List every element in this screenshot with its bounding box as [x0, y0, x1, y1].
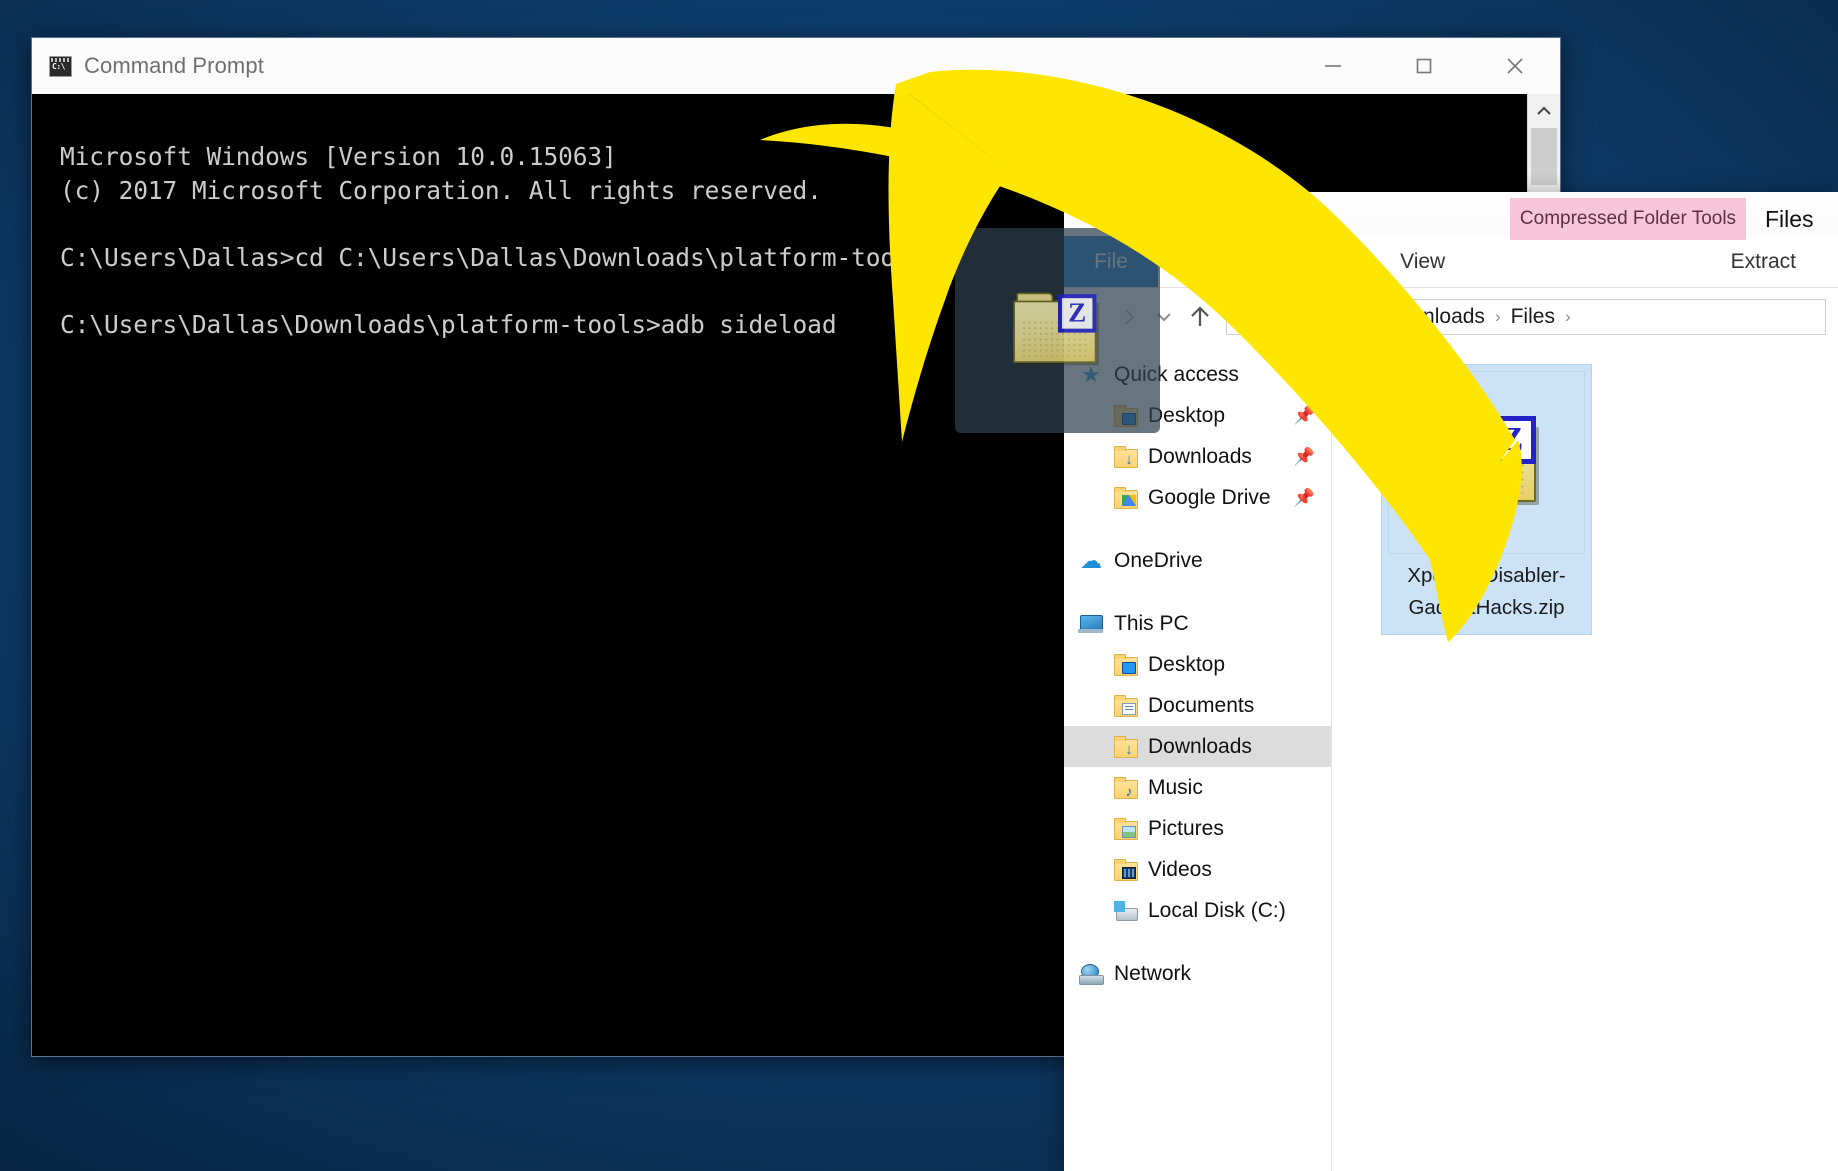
file-thumbnail: Z [1388, 371, 1585, 554]
zip-badge-letter: Z [1493, 421, 1531, 459]
breadcrumb-separator-2: › [1494, 307, 1501, 326]
breadcrumb-separator-3: › [1564, 307, 1571, 326]
forward-icon[interactable] [1110, 299, 1146, 335]
toolbar-divider-2 [1237, 203, 1238, 225]
contextual-tab-group-header: Compressed Folder Tools [1510, 198, 1746, 240]
console-text: Microsoft Windows [Version 10.0.15063] (… [60, 142, 925, 339]
sidebar-item-desktop-quick[interactable]: Desktop 📌 [1064, 395, 1331, 436]
sidebar-item-onedrive[interactable]: ☁ OneDrive [1064, 540, 1331, 581]
list-item[interactable]: Z Xposed-Disabler-GadgetHacks.zip [1381, 364, 1592, 635]
nav-group-spacer-2 [1064, 581, 1331, 603]
sidebar-item-quick-access[interactable]: ★ Quick access [1064, 354, 1331, 395]
tab-file[interactable]: File [1064, 236, 1158, 287]
sidebar-item-network[interactable]: Network [1064, 953, 1331, 994]
star-icon: ★ [1081, 361, 1101, 387]
select-all-check-icon[interactable] [1129, 197, 1163, 231]
maximize-button[interactable] [1378, 38, 1469, 94]
address-bar[interactable]: › This PC › Downloads › Files › [1064, 288, 1838, 346]
sidebar-item-label: Google Drive [1148, 485, 1271, 509]
folder-videos-icon [1112, 858, 1138, 882]
command-prompt-icon [49, 55, 72, 77]
sidebar-item-label: OneDrive [1114, 548, 1203, 572]
harddisk-icon [1112, 899, 1138, 923]
breadcrumb-folder-icon [1237, 309, 1257, 327]
sidebar-item-label: Videos [1148, 857, 1212, 881]
sidebar-item-label: Desktop [1148, 652, 1226, 676]
sidebar-item-downloads[interactable]: ↓ Downloads [1064, 726, 1331, 767]
folder-googledrive-icon [1112, 486, 1138, 510]
sidebar-item-label: Music [1148, 775, 1203, 799]
folder-music-icon: ♪ [1112, 776, 1138, 800]
sidebar-item-pictures[interactable]: Pictures [1064, 808, 1331, 849]
sidebar-item-label: Local Disk (C:) [1148, 898, 1286, 922]
breadcrumb-separator-1: › [1365, 307, 1372, 326]
scrollbar-thumb[interactable] [1531, 128, 1557, 185]
tab-home[interactable]: Home [1158, 236, 1266, 287]
breadcrumb-item-this-pc[interactable]: This PC [1275, 305, 1362, 329]
file-list-pane[interactable]: Z Xposed-Disabler-GadgetHacks.zip [1332, 346, 1838, 1171]
close-button[interactable] [1469, 38, 1560, 94]
zip-folder-icon: Z [1432, 414, 1544, 510]
breadcrumb-separator-0: › [1265, 307, 1271, 326]
folder-desktop-icon [1112, 653, 1138, 677]
recent-locations-chevron-down-icon[interactable] [1146, 299, 1182, 335]
sidebar-item-label: Desktop [1148, 403, 1226, 427]
titlebar-left-group: Command Prompt [32, 53, 264, 79]
new-folder-icon[interactable] [1163, 197, 1197, 231]
network-icon [1078, 962, 1104, 986]
zip-badge: Z [1488, 416, 1536, 464]
back-icon[interactable] [1074, 299, 1110, 335]
file-explorer-window[interactable]: File Home Share View Extract › This PC ›… [1064, 192, 1838, 1171]
customize-dropdown-icon[interactable] [1197, 197, 1231, 231]
scroll-up-icon[interactable] [1528, 94, 1560, 128]
computer-icon [1078, 612, 1104, 636]
sidebar-item-videos[interactable]: Videos [1064, 849, 1331, 890]
sidebar-item-label: This PC [1114, 611, 1189, 635]
window-controls[interactable] [1287, 38, 1560, 94]
sidebar-item-this-pc[interactable]: This PC [1064, 603, 1331, 644]
breadcrumb-item-files[interactable]: Files [1505, 305, 1561, 329]
breadcrumb-item-downloads[interactable]: Downloads [1375, 305, 1491, 329]
navigation-pane[interactable]: ★ Quick access Desktop 📌 ↓ Downloads 📌 G… [1064, 346, 1332, 1171]
ribbon-tab-bar[interactable]: File Home Share View Extract [1064, 236, 1838, 288]
tab-share[interactable]: Share [1266, 236, 1374, 287]
tab-view[interactable]: View [1374, 236, 1471, 287]
sidebar-item-label: Downloads [1148, 444, 1252, 468]
toolbar-divider [1122, 203, 1123, 225]
nav-group-spacer-3 [1064, 931, 1331, 953]
minimize-button[interactable] [1287, 38, 1378, 94]
contextual-tab-group: Extract [1688, 236, 1838, 287]
sidebar-item-label: Pictures [1148, 816, 1224, 840]
sidebar-item-local-disk-c[interactable]: Local Disk (C:) [1064, 890, 1331, 931]
sidebar-item-desktop[interactable]: Desktop [1064, 644, 1331, 685]
sidebar-item-label: Network [1114, 961, 1192, 985]
sidebar-item-label: Documents [1148, 693, 1255, 717]
folder-documents-icon [1112, 694, 1138, 718]
properties-folder-icon[interactable] [1082, 197, 1116, 231]
sidebar-item-music[interactable]: ♪ Music [1064, 767, 1331, 808]
folder-pictures-icon [1112, 817, 1138, 841]
cloud-icon: ☁ [1080, 547, 1102, 573]
nav-group-spacer [1064, 518, 1331, 540]
file-name-label: Xposed-Disabler-GadgetHacks.zip [1407, 564, 1566, 619]
sidebar-item-documents[interactable]: Documents [1064, 685, 1331, 726]
folder-downloads-icon: ↓ [1112, 445, 1138, 469]
window-title: Command Prompt [84, 53, 264, 78]
sidebar-item-downloads-quick[interactable]: ↓ Downloads 📌 [1064, 436, 1331, 477]
breadcrumb[interactable]: › This PC › Downloads › Files › [1226, 299, 1826, 335]
pin-icon[interactable]: 📌 [1294, 488, 1315, 508]
pin-icon[interactable]: 📌 [1294, 406, 1315, 426]
command-prompt-titlebar[interactable]: Command Prompt [32, 38, 1560, 94]
sidebar-item-label: Quick access [1114, 362, 1239, 386]
up-arrow-icon[interactable] [1182, 299, 1218, 335]
folder-desktop-icon [1112, 404, 1138, 428]
tab-files[interactable]: Files [1765, 198, 1814, 240]
sidebar-item-label: Downloads [1148, 734, 1252, 758]
folder-downloads-icon: ↓ [1112, 735, 1138, 759]
pin-icon[interactable]: 📌 [1294, 447, 1315, 467]
tab-extract[interactable]: Extract [1688, 236, 1838, 287]
sidebar-item-google-drive[interactable]: Google Drive 📌 [1064, 477, 1331, 518]
